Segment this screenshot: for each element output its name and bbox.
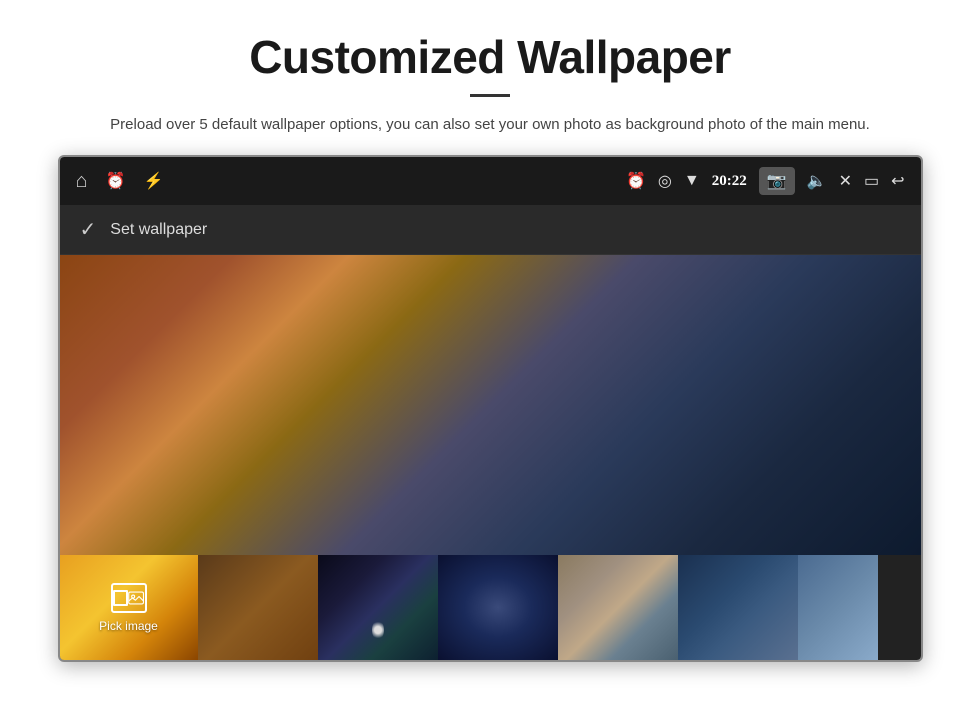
page-wrapper: Customized Wallpaper Preload over 5 defa… (0, 0, 980, 726)
status-right: ⏰ ◎ ▼ 20:22 📷 🔈 ✕ ▭ ↩ (626, 167, 905, 195)
wallpaper-thumb-4[interactable] (558, 555, 678, 660)
check-icon: ✓ (80, 217, 97, 242)
alarm-right-icon: ⏰ (626, 171, 646, 191)
page-title: Customized Wallpaper (249, 30, 731, 84)
camera-icon[interactable]: 📷 (759, 167, 795, 195)
volume-icon[interactable]: 🔈 (807, 171, 827, 191)
thumbnail-strip: Pick image (60, 555, 921, 660)
alarm-icon: ⏰ (106, 171, 126, 191)
title-divider (470, 94, 510, 97)
wallpaper-thumb-2[interactable] (318, 555, 438, 660)
pick-image-icon (111, 583, 147, 613)
wallpaper-thumb-6[interactable] (798, 555, 878, 660)
back-icon[interactable]: ↩ (891, 171, 904, 191)
wallpaper-thumb-1[interactable] (198, 555, 318, 660)
status-left: ⌂ ⏰ ⚡ (76, 170, 164, 193)
set-wallpaper-label: Set wallpaper (110, 221, 207, 239)
usb-icon: ⚡ (143, 171, 163, 191)
close-icon[interactable]: ✕ (839, 171, 852, 191)
status-time: 20:22 (712, 173, 747, 190)
app-content: ✓ Set wallpaper Pick image (60, 205, 921, 660)
device-frame: ⌂ ⏰ ⚡ ⏰ ◎ ▼ 20:22 📷 🔈 ✕ ▭ ↩ ✓ (58, 155, 923, 662)
wallpaper-preview (60, 255, 921, 555)
wallpaper-thumb-5[interactable] (678, 555, 798, 660)
wallpaper-thumb-3[interactable] (438, 555, 558, 660)
wallpaper-bar: ✓ Set wallpaper (60, 205, 921, 255)
pick-image-label: Pick image (99, 619, 158, 633)
window-icon[interactable]: ▭ (864, 171, 879, 191)
status-bar: ⌂ ⏰ ⚡ ⏰ ◎ ▼ 20:22 📷 🔈 ✕ ▭ ↩ (60, 157, 921, 205)
location-icon: ◎ (658, 171, 672, 191)
wifi-icon: ▼ (684, 172, 700, 190)
pick-image-button[interactable]: Pick image (60, 555, 198, 660)
page-subtitle: Preload over 5 default wallpaper options… (110, 113, 870, 137)
home-icon[interactable]: ⌂ (76, 170, 88, 193)
